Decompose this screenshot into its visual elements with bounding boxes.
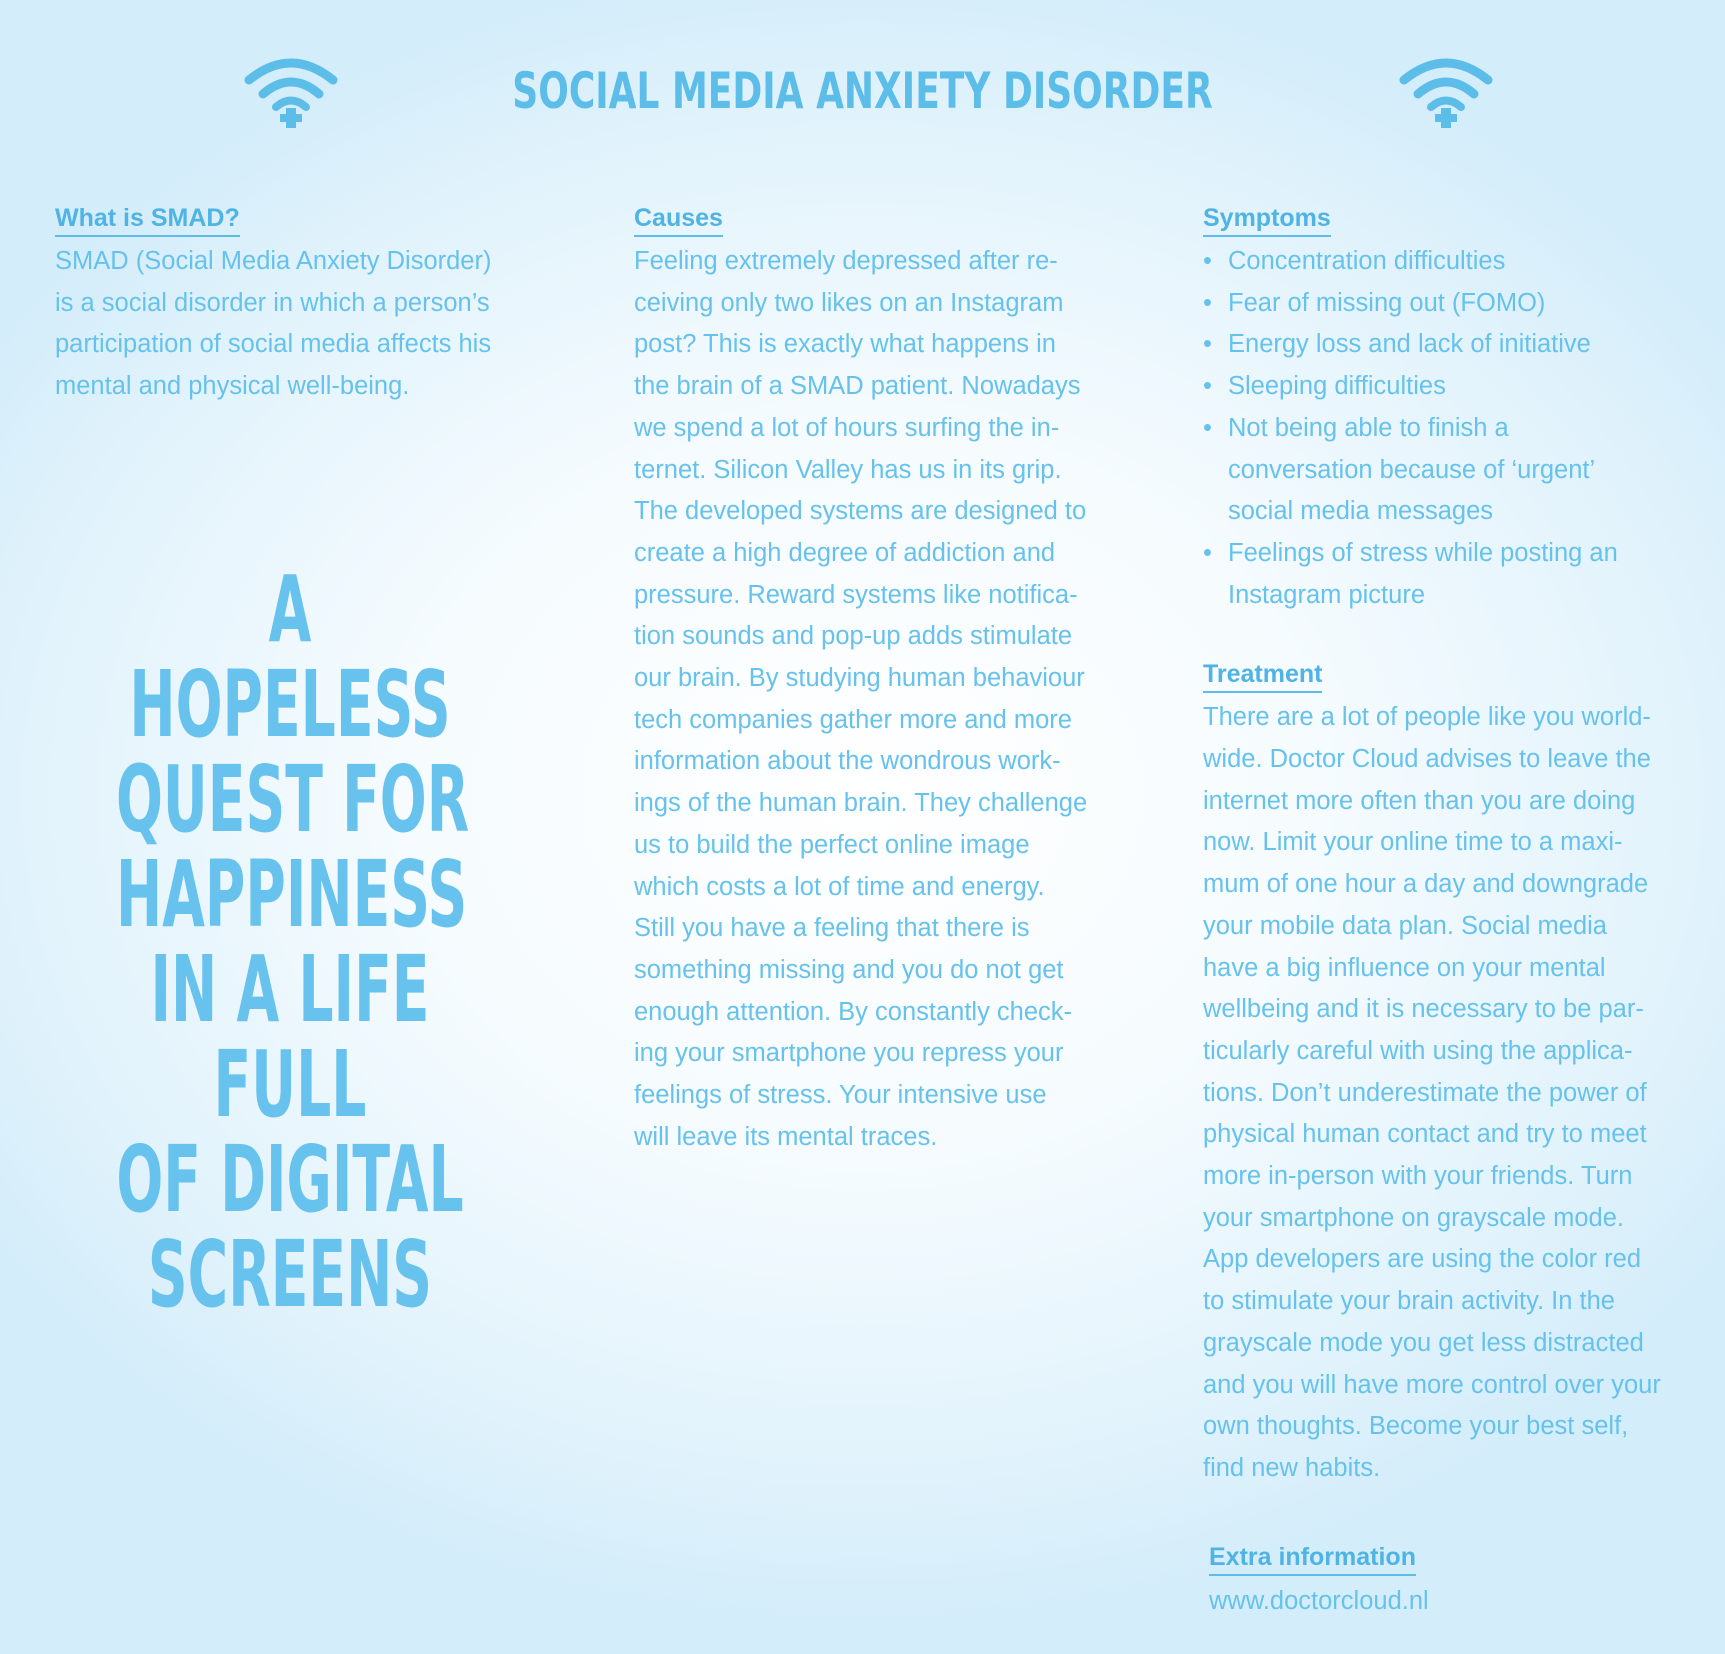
treatment-heading: Treatment [1203,657,1323,694]
text-line: Still you have a feeling that there is [634,914,1030,943]
list-item: Energy loss and lack of initiative [1203,324,1703,366]
text-line: tech companies gather more and more [634,705,1072,734]
text-line: tion sounds and pop-up adds stimulate [634,622,1073,651]
page-title: SOCIAL MEDIA ANXIETY DISORDER [512,62,1213,120]
extra-info-heading: Extra information [1209,1540,1416,1576]
list-item: Concentration difficulties [1203,241,1703,283]
text-line: ings of the human brain. They challenge [634,789,1088,818]
symptoms-treatment-section: Symptoms Concentration difficulties Fear… [1203,198,1703,1490]
slogan-line: HAPPINESS [116,841,468,948]
slogan-line: A [268,556,312,663]
text-line: something missing and you do not get [634,955,1064,984]
website-link[interactable]: www.doctorcloud.nl [1209,1580,1429,1622]
text-line: information about the wondrous work- [634,747,1061,776]
text-line: the brain of a SMAD patient. Nowadays [634,372,1081,401]
text-line: our brain. By studying human behaviour [634,664,1085,693]
text-line: physical human contact and try to meet [1203,1120,1647,1149]
text-line: more in-person with your friends. Turn [1203,1162,1633,1191]
text-line: mental and physical well-being. [55,372,410,401]
text-line: ternet. Silicon Valley has us in its gri… [634,455,1062,484]
text-line: pressure. Reward systems like notifica- [634,580,1078,609]
text-line: us to build the perfect online image [634,830,1030,859]
text-line: wide. Doctor Cloud advises to leave the [1203,745,1651,774]
list-item: Feelings of stress while posting an Inst… [1203,533,1703,616]
text-line: App developers are using the color red [1203,1245,1642,1274]
what-is-text: SMAD (Social Media Anxiety Disorder) is … [55,241,555,408]
text-line: own thoughts. Become your best self, [1203,1412,1629,1441]
text-line: feelings of stress. Your intensive use [634,1081,1047,1110]
text-line: have a big influence on your mental [1203,953,1606,982]
text-line: which costs a lot of time and energy. [634,872,1045,901]
slogan-line: FULL [213,1031,367,1138]
text-line: to stimulate your brain activity. In the [1203,1287,1615,1316]
text-line: There are a lot of people like you world… [1203,703,1651,732]
text-line: SMAD (Social Media Anxiety Disorder) [55,247,492,275]
text-line: post? This is exactly what happens in [634,330,1056,359]
text-line: Feeling extremely depressed after re- [634,247,1058,275]
what-is-section: What is SMAD? SMAD (Social Media Anxiety… [55,198,555,408]
list-item: Sleeping difficulties [1203,366,1703,408]
text-line: enough attention. By constantly check- [634,997,1073,1026]
slogan-line: OF DIGITAL [116,1126,464,1233]
list-item: Not being able to finish a conversation … [1203,408,1703,533]
text-line: and you will have more control over your [1203,1370,1661,1399]
text-line: tions. Don’t underestimate the power of [1203,1078,1647,1107]
causes-section: Causes Feeling extremely depressed after… [634,198,1154,1158]
symptoms-heading: Symptoms [1203,201,1331,237]
text-line: your mobile data plan. Social media [1203,911,1607,940]
what-is-heading: What is SMAD? [55,201,240,237]
symptoms-list: Concentration difficulties Fear of missi… [1203,241,1703,616]
text-line: now. Limit your online time to a maxi- [1203,828,1623,857]
treatment-text: There are a lot of people like you world… [1203,697,1703,1489]
slogan-line: SCREENS [147,1221,433,1328]
slogan: A HOPELESS QUEST FOR HAPPINESS IN A LIFE… [0,562,580,1322]
text-line: mum of one hour a day and downgrade [1203,870,1649,899]
text-line: internet more often than you are doing [1203,786,1636,815]
wifi-plus-icon [1399,58,1493,128]
list-item: Fear of missing out (FOMO) [1203,283,1703,325]
text-line: participation of social media affects hi… [55,330,492,359]
causes-text: Feeling extremely depressed after re- ce… [634,241,1154,1158]
text-line: we spend a lot of hours surfing the in- [634,413,1060,442]
text-line: grayscale mode you get less distracted [1203,1328,1644,1357]
text-line: wellbeing and it is necessary to be par- [1203,995,1644,1024]
causes-heading: Causes [634,201,723,237]
text-line: will leave its mental traces. [634,1122,938,1151]
text-line: is a social disorder in which a person’s [55,288,490,317]
text-line: The developed systems are designed to [634,497,1087,526]
slogan-line: IN A LIFE [150,936,430,1043]
text-line: ing your smartphone you repress your [634,1039,1064,1068]
extra-info-section: Extra information www.doctorcloud.nl [1209,1536,1429,1622]
treatment-section: Treatment There are a lot of people like… [1203,654,1703,1489]
slogan-line: HOPELESS [129,651,451,758]
text-line: create a high degree of addiction and [634,538,1056,567]
text-line: your smartphone on grayscale mode. [1203,1203,1624,1232]
slogan-line: QUEST FOR [116,746,470,853]
text-line: find new habits. [1203,1453,1381,1482]
text-line: ticularly careful with using the applica… [1203,1036,1633,1065]
text-line: ceiving only two likes on an Instagram [634,288,1064,317]
